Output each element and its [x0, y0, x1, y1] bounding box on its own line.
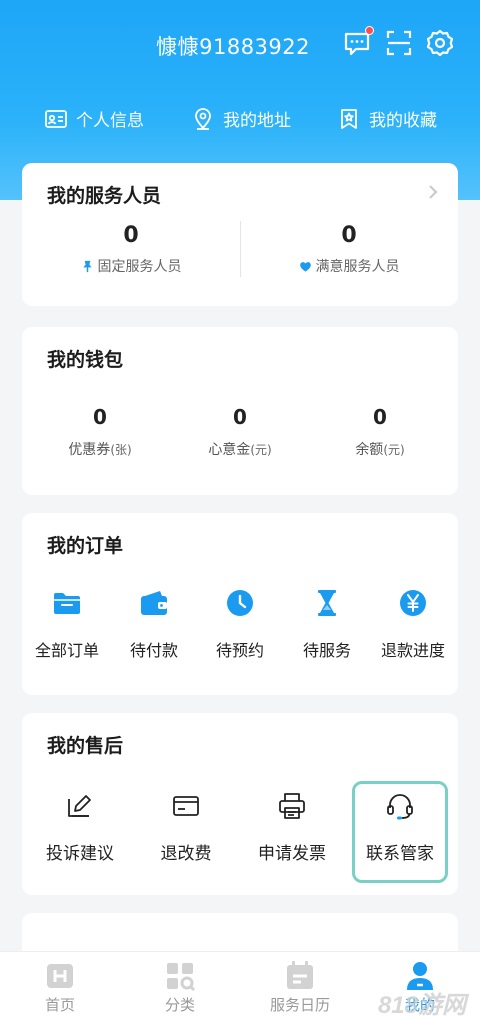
tab-calendar[interactable]: 服务日历 — [250, 960, 350, 1015]
id-card-icon — [45, 109, 67, 128]
aftersale-invoice[interactable]: 申请发票 — [244, 791, 340, 864]
order-pending-service[interactable]: 待服务 — [284, 587, 370, 661]
bookmark-star-icon — [341, 108, 357, 129]
top-bar: 慷慷91883922 — [0, 0, 480, 86]
order-pending-booking[interactable]: 待预约 — [197, 587, 283, 661]
calendar-icon — [287, 961, 313, 989]
aftersale-label: 申请发票 — [258, 844, 326, 864]
folder-icon — [54, 593, 80, 614]
clock-icon — [227, 590, 253, 616]
wallet-label: 余额 — [355, 442, 384, 458]
tab-home[interactable]: 首页 — [10, 960, 110, 1015]
aftersale-title: 我的售后 — [47, 735, 124, 757]
aftersale-label: 退改费 — [160, 844, 212, 864]
hourglass-icon — [318, 590, 336, 616]
quicklink-label: 我的收藏 — [369, 111, 437, 131]
fixed-staff[interactable]: 0 固定服务人员 — [22, 223, 240, 276]
home-icon — [47, 964, 73, 988]
wallet-balance[interactable]: 0 余额(元) — [310, 405, 450, 459]
staff-title: 我的服务人员 — [47, 185, 162, 207]
orders-title: 我的订单 — [47, 535, 124, 557]
order-all[interactable]: 全部订单 — [24, 587, 110, 661]
pin-icon — [82, 260, 92, 272]
quicklink-profile[interactable]: 个人信息 — [44, 106, 144, 131]
order-label: 待付款 — [129, 641, 178, 660]
wallet-label: 心意金 — [208, 442, 251, 458]
category-icon — [167, 963, 196, 992]
wallet-unit: (张) — [110, 443, 132, 457]
staff-card[interactable]: 我的服务人员 0 固定服务人员 0 满意服务人员 — [22, 163, 458, 306]
quicklink-address[interactable]: 我的地址 — [191, 106, 291, 131]
heart-icon — [299, 261, 311, 272]
wallet-coupons[interactable]: 0 优惠券(张) — [30, 405, 170, 459]
wallet-unit: (元) — [250, 443, 272, 457]
order-label: 全部订单 — [34, 641, 99, 660]
satisfied-staff-count: 0 — [341, 223, 357, 248]
order-label: 退款进度 — [380, 641, 445, 660]
quick-links: 个人信息 我的地址 我的收藏 — [0, 100, 480, 140]
card-icon — [173, 796, 199, 816]
username: 慷慷91883922 — [156, 35, 310, 59]
aftersale-label: 投诉建议 — [46, 844, 114, 864]
wallet-value: 0 — [373, 405, 387, 429]
scan-icon[interactable] — [384, 28, 414, 58]
quicklink-favorites[interactable]: 我的收藏 — [337, 106, 437, 131]
edit-icon — [68, 795, 91, 817]
tab-label: 服务日历 — [269, 996, 330, 1014]
wallet-value: 0 — [93, 405, 107, 429]
tab-category[interactable]: 分类 — [130, 960, 230, 1015]
aftersale-complaint[interactable]: 投诉建议 — [32, 791, 128, 864]
tab-label: 分类 — [164, 996, 195, 1014]
watermark: 818游网 — [377, 992, 466, 1019]
order-refund-progress[interactable]: 退款进度 — [370, 587, 456, 661]
wallet-title: 我的钱包 — [47, 349, 124, 371]
satisfied-staff[interactable]: 0 满意服务人员 — [240, 223, 458, 276]
printer-icon — [279, 793, 305, 819]
order-label: 待预约 — [215, 641, 264, 660]
chevron-right-icon — [429, 185, 438, 199]
aftersale-card: 我的售后 投诉建议 退改费 申请发票 联系管家 — [22, 713, 458, 895]
wallet-unit: (元) — [383, 443, 405, 457]
aftersale-refund-fee[interactable]: 退改费 — [138, 791, 234, 864]
location-pin-icon — [195, 107, 211, 130]
settings-icon[interactable] — [425, 28, 455, 58]
quicklink-label: 个人信息 — [76, 111, 144, 131]
order-label: 待服务 — [302, 641, 351, 660]
wallet-value: 0 — [233, 405, 247, 429]
message-icon[interactable] — [342, 26, 374, 58]
wallet-icon — [141, 591, 167, 615]
unread-badge — [365, 26, 374, 35]
fixed-staff-count: 0 — [123, 223, 139, 248]
fixed-staff-label: 固定服务人员 — [97, 259, 182, 275]
quicklink-label: 我的地址 — [223, 111, 291, 131]
wallet-card: 我的钱包 0 优惠券(张) 0 心意金(元) 0 余额(元) — [22, 327, 458, 495]
highlight-frame — [352, 781, 448, 883]
tab-label: 首页 — [44, 996, 75, 1014]
orders-card: 我的订单 全部订单 待付款 待预约 待服务 退款进度 — [22, 513, 458, 695]
yen-icon — [400, 590, 426, 616]
order-pending-payment[interactable]: 待付款 — [111, 587, 197, 661]
satisfied-staff-label: 满意服务人员 — [315, 259, 400, 275]
wallet-gift-money[interactable]: 0 心意金(元) — [170, 405, 310, 459]
wallet-label: 优惠券 — [68, 442, 111, 458]
